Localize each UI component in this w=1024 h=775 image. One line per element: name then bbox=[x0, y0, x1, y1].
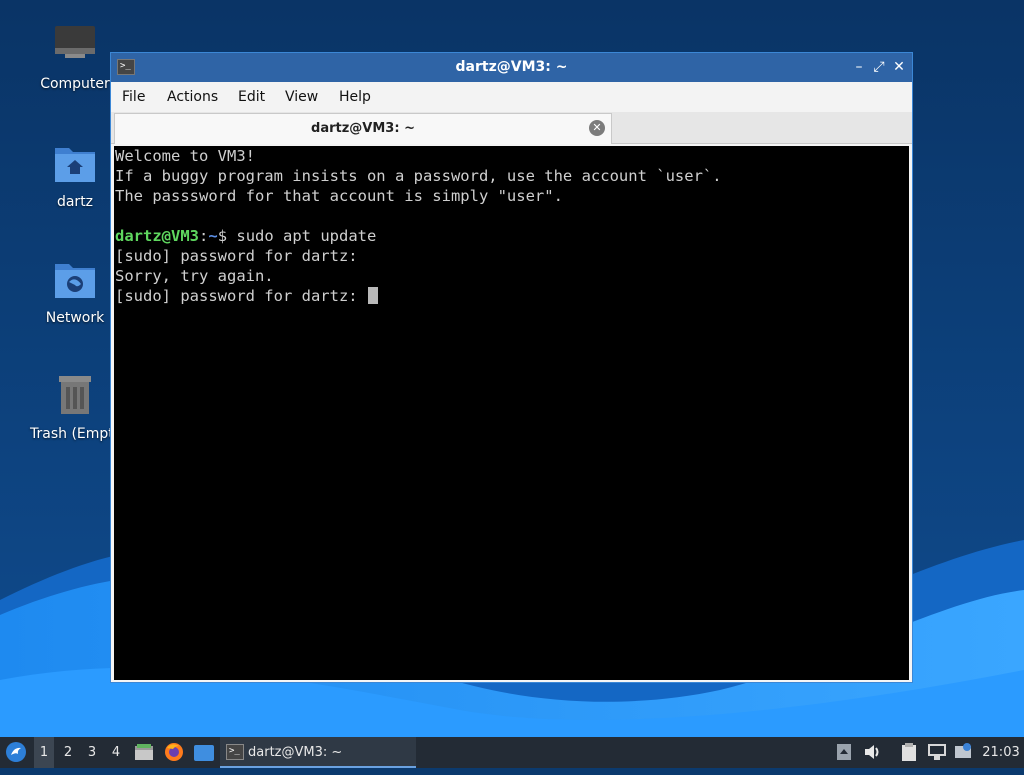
window-titlebar[interactable]: >_ dartz@VM3: ~ – ⤢ ✕ bbox=[111, 53, 912, 82]
task-label: dartz@VM3: ~ bbox=[248, 745, 343, 760]
terminal-line-text: [sudo] password for dartz: bbox=[115, 287, 367, 305]
clipboard-tray[interactable] bbox=[898, 737, 920, 768]
tray-arrow-icon bbox=[837, 744, 851, 760]
tray-arrow[interactable] bbox=[834, 737, 854, 768]
terminal-line: The passsword for that account is simply… bbox=[115, 187, 563, 205]
terminal-line: If a buggy program insists on a password… bbox=[115, 167, 722, 185]
tab-bar: dartz@VM3: ~ ✕ bbox=[111, 112, 912, 144]
prompt-path: ~ bbox=[208, 227, 218, 245]
network-icon bbox=[928, 744, 946, 760]
volume-control[interactable] bbox=[862, 737, 884, 768]
terminal-line: [sudo] password for dartz: bbox=[115, 247, 358, 265]
prompt-command: sudo apt update bbox=[236, 227, 377, 245]
desktop-icon-label: Computer bbox=[40, 76, 110, 92]
text-cursor bbox=[367, 287, 378, 304]
firefox-launcher[interactable] bbox=[163, 737, 185, 768]
menu-file[interactable]: File bbox=[122, 89, 145, 105]
desktop-icon-label: dartz bbox=[56, 194, 94, 210]
menu-bar: File Actions Edit View Help bbox=[111, 82, 912, 112]
volume-icon bbox=[865, 745, 879, 759]
menu-view[interactable]: View bbox=[285, 89, 318, 105]
firefox-icon bbox=[165, 743, 183, 761]
terminal-prompt-line: dartz@VM3:~$ sudo apt update bbox=[115, 226, 376, 246]
window-title: dartz@VM3: ~ bbox=[455, 59, 568, 75]
file-manager-launcher[interactable] bbox=[133, 737, 155, 768]
prompt-separator: : bbox=[199, 227, 209, 245]
file-manager-icon bbox=[135, 744, 153, 760]
terminal-output[interactable]: Welcome to VM3! If a buggy program insis… bbox=[114, 146, 909, 680]
terminal-line: Welcome to VM3! bbox=[115, 147, 255, 165]
workspace-1[interactable]: 1 bbox=[34, 737, 54, 768]
menu-help[interactable]: Help bbox=[339, 89, 371, 105]
home-folder-icon bbox=[51, 140, 99, 188]
close-button[interactable]: ✕ bbox=[890, 57, 908, 77]
menu-edit[interactable]: Edit bbox=[238, 89, 265, 105]
computer-icon bbox=[51, 22, 99, 70]
tab-close-icon[interactable]: ✕ bbox=[589, 120, 605, 136]
prompt-user-host: dartz@VM3 bbox=[115, 227, 199, 245]
trash-icon bbox=[51, 372, 99, 420]
terminal-window[interactable]: >_ dartz@VM3: ~ – ⤢ ✕ File Actions Edit … bbox=[110, 52, 913, 683]
workspace-3[interactable]: 3 bbox=[82, 737, 102, 768]
prompt-dollar: $ bbox=[217, 227, 237, 245]
taskbar: 1 2 3 4 >_ dartz@VM3: ~ 21:03 bbox=[0, 737, 1024, 768]
start-menu-icon bbox=[6, 742, 26, 762]
workspace-2[interactable]: 2 bbox=[58, 737, 78, 768]
desktop-icon-label: Trash (Empty) bbox=[30, 426, 128, 442]
terminal-line: Sorry, try again. bbox=[115, 267, 274, 285]
minimize-button[interactable]: – bbox=[850, 57, 868, 77]
network-tray[interactable] bbox=[926, 737, 948, 768]
network-folder-icon bbox=[51, 256, 99, 304]
tab-label: dartz@VM3: ~ bbox=[311, 121, 415, 136]
clock[interactable]: 21:03 bbox=[978, 737, 1024, 768]
desktop-icon-network[interactable]: Network bbox=[30, 256, 120, 326]
update-notifier-tray[interactable] bbox=[952, 737, 974, 768]
desktop-icon-trash[interactable]: Trash (Empty) bbox=[30, 372, 128, 442]
terminal-app-icon: >_ bbox=[226, 744, 244, 760]
maximize-button[interactable]: ⤢ bbox=[870, 57, 888, 77]
start-menu-button[interactable] bbox=[2, 737, 30, 768]
taskbar-task-terminal[interactable]: >_ dartz@VM3: ~ bbox=[220, 737, 416, 768]
update-notifier-icon bbox=[955, 743, 971, 758]
terminal-password-line: [sudo] password for dartz: bbox=[115, 286, 378, 306]
show-desktop-icon bbox=[194, 745, 214, 761]
workspace-4[interactable]: 4 bbox=[106, 737, 126, 768]
menu-actions[interactable]: Actions bbox=[167, 89, 218, 105]
tab-terminal[interactable]: dartz@VM3: ~ ✕ bbox=[114, 113, 612, 144]
desktop-icon-label: Network bbox=[45, 310, 105, 326]
desktop-icon-home-folder[interactable]: dartz bbox=[30, 140, 120, 210]
desktop-icon-computer[interactable]: Computer bbox=[30, 22, 120, 92]
clipboard-icon bbox=[902, 743, 916, 761]
show-desktop-launcher[interactable] bbox=[192, 737, 216, 768]
